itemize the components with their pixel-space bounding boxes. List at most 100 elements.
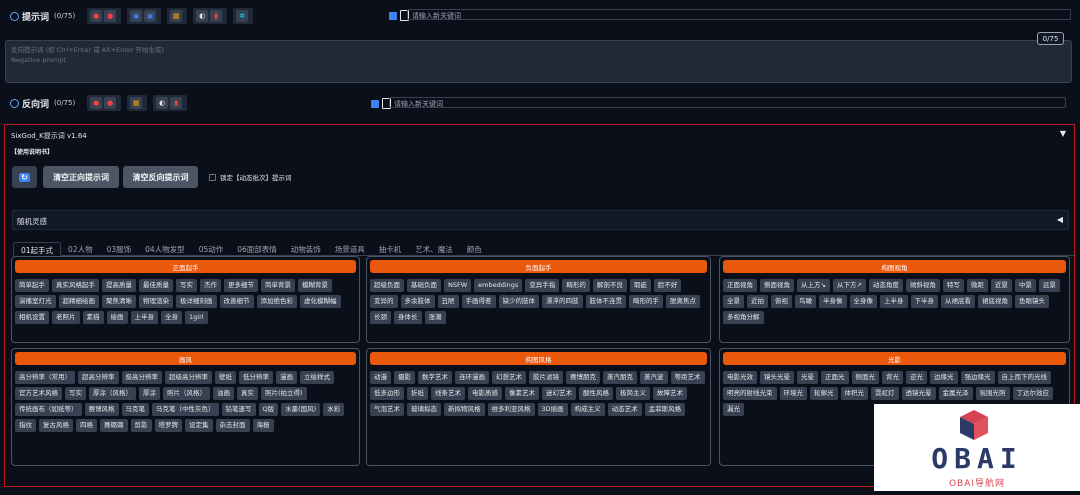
tag-button[interactable]: 更多细节 [224,279,258,292]
tag-button[interactable]: 透镜光晕 [901,387,936,400]
tag-button[interactable]: 动漫 [370,371,391,384]
tag-button[interactable]: 涨潮 [424,311,446,324]
stop-icon[interactable]: ● [90,10,103,22]
tag-button[interactable]: 动态艺术 [607,403,642,416]
tag-button[interactable]: 正面视角 [723,279,757,292]
tag-button[interactable]: 素描 [82,311,104,324]
tag-button[interactable]: 海报 [252,419,274,432]
tag-button[interactable]: 轮廓光 [810,387,838,400]
tag-button[interactable]: 背光 [882,371,903,384]
tag-button[interactable]: 酸性风格 [579,387,613,400]
lock-dynamic[interactable]: 锁定【动态批次】提示词 [209,172,292,182]
tag-button[interactable]: 基础负面 [407,279,441,292]
tag-button[interactable]: 物理渲染 [139,295,173,308]
clear-negative-button[interactable]: 清空反向提示词 [123,166,198,188]
tag-button[interactable]: 鱼眼镜头 [1015,295,1049,308]
tag-button[interactable]: 超精细绘画 [58,295,99,308]
tag-button[interactable]: 从下方↗ [832,279,866,292]
tab-6[interactable]: 动物装饰 [284,242,328,255]
tag-button[interactable]: 畸形的 [562,279,590,292]
paste-icon[interactable]: ▣ [144,10,157,22]
tag-button[interactable]: 马克笔 [121,403,149,416]
tag-button[interactable]: 氛围光照 [975,387,1010,400]
tag-button[interactable]: Q版 [258,403,279,416]
tag-button[interactable]: 指纹 [15,419,36,432]
negative-prompt-input[interactable]: 反向提示词 (按 Ctrl+Enter 或 Alt+Enter 开始生成) Ne… [5,40,1072,83]
tag-button[interactable]: 赛璐璐 [100,419,128,432]
tag-button[interactable]: 绘画 [106,311,128,324]
refresh-button[interactable]: ↻ [12,166,37,188]
tag-button[interactable]: 气泡艺术 [370,403,404,416]
tag-button[interactable]: 胶片滤镜 [529,371,563,384]
tag-button[interactable]: 全景 [723,295,744,308]
tag-button[interactable]: 塔罗牌 [154,419,182,432]
tag-button[interactable]: 提高质量 [102,279,136,292]
tag-button[interactable]: 解剖不良 [592,279,627,292]
tag-button[interactable]: 动态角度 [868,279,903,292]
tag-button[interactable]: 远景 [1038,279,1060,292]
tag-button[interactable]: 水彩 [323,403,345,416]
tag-button[interactable]: 虚化模糊幅 [300,295,341,308]
tag-button[interactable]: 漏光 [723,403,744,416]
tag-button[interactable]: 逆光 [906,371,927,384]
tag-button[interactable]: 金属光泽 [938,387,973,400]
expand-icon[interactable]: ◀ [1057,215,1063,224]
keyword-checkbox[interactable] [371,99,379,108]
tag-button[interactable]: 变异的 [370,295,398,308]
tag-button[interactable]: NSFW [444,279,472,292]
tag-button[interactable]: 极详细刻画 [176,295,217,308]
tag-button[interactable]: 超高分辨率 [78,371,119,384]
tag-button[interactable]: 极简主义 [616,387,650,400]
tag-button[interactable]: 电影质感 [468,387,502,400]
tag-button[interactable]: 厚涂 [139,387,160,400]
tag-button[interactable]: 剪影 [130,419,152,432]
tag-button[interactable]: 全身 [161,311,182,324]
tag-button[interactable]: 照片（风格） [163,387,210,400]
tag-button[interactable]: 身体长 [394,311,422,324]
tab-1[interactable]: 02人物 [61,242,100,255]
tag-button[interactable]: 构成主义 [570,403,605,416]
tag-button[interactable]: 迷幻艺术 [542,387,576,400]
tab-9[interactable]: 艺术、魔法 [408,242,460,255]
tag-button[interactable]: 漂浮的四肢 [542,295,583,308]
tag-button[interactable]: 马克笔（中性灰色） [152,403,219,416]
tab-2[interactable]: 03服饰 [100,242,139,255]
tag-button[interactable]: 丁达尔效应 [1012,387,1053,400]
tab-10[interactable]: 颜色 [460,242,489,255]
tag-button[interactable]: 老照片 [52,311,80,324]
tag-button[interactable]: 倾斜视角 [905,279,940,292]
tag-button[interactable]: 真实风格起手 [52,279,99,292]
manual-link[interactable]: 【使用说明书】 [11,147,53,156]
tag-button[interactable]: 杰作 [200,279,221,292]
tag-button[interactable]: 1girl [185,311,208,324]
lock-checkbox[interactable] [209,173,216,181]
tab-5[interactable]: 06面部表情 [230,242,284,255]
tag-button[interactable]: 侧面光 [851,371,879,384]
tag-button[interactable]: 侧面视角 [760,279,794,292]
copy-icon[interactable]: ▣ [130,10,143,22]
tag-button[interactable]: 厚涂（风格） [89,387,136,400]
chevron-down-icon[interactable] [10,11,19,21]
tag-button[interactable]: 低分辨率 [239,371,273,384]
delete-icon[interactable]: ● [104,97,117,109]
tag-button[interactable]: 复古风格 [39,419,73,432]
tag-button[interactable]: 体积光 [840,387,868,400]
trash-icon[interactable]: ▮ [210,10,223,22]
tag-button[interactable]: 俯视 [771,295,792,308]
negative-keyword-field[interactable] [389,97,1066,108]
collapse-icon[interactable]: ▼ [1060,129,1066,138]
tag-button[interactable]: 低多边形 [370,387,404,400]
trash-icon[interactable]: ▮ [170,97,183,109]
history-icon[interactable]: ▦ [130,97,143,109]
tag-button[interactable]: 长颈 [370,311,391,324]
tag-button[interactable]: 维多利亚风格 [487,403,535,416]
favorite-icon[interactable]: ◐ [156,97,169,109]
tag-button[interactable]: 赛博风格 [84,403,119,416]
tag-button[interactable]: 镜头光晕 [760,371,794,384]
tag-button[interactable]: 环境光 [779,387,807,400]
tab-4[interactable]: 05动作 [192,242,231,255]
tag-button[interactable]: 赛博朋克 [566,371,600,384]
tag-button[interactable]: embeddings [474,279,523,292]
gear-icon[interactable]: ✲ [236,10,249,22]
tag-button[interactable]: 边缘光 [930,371,958,384]
